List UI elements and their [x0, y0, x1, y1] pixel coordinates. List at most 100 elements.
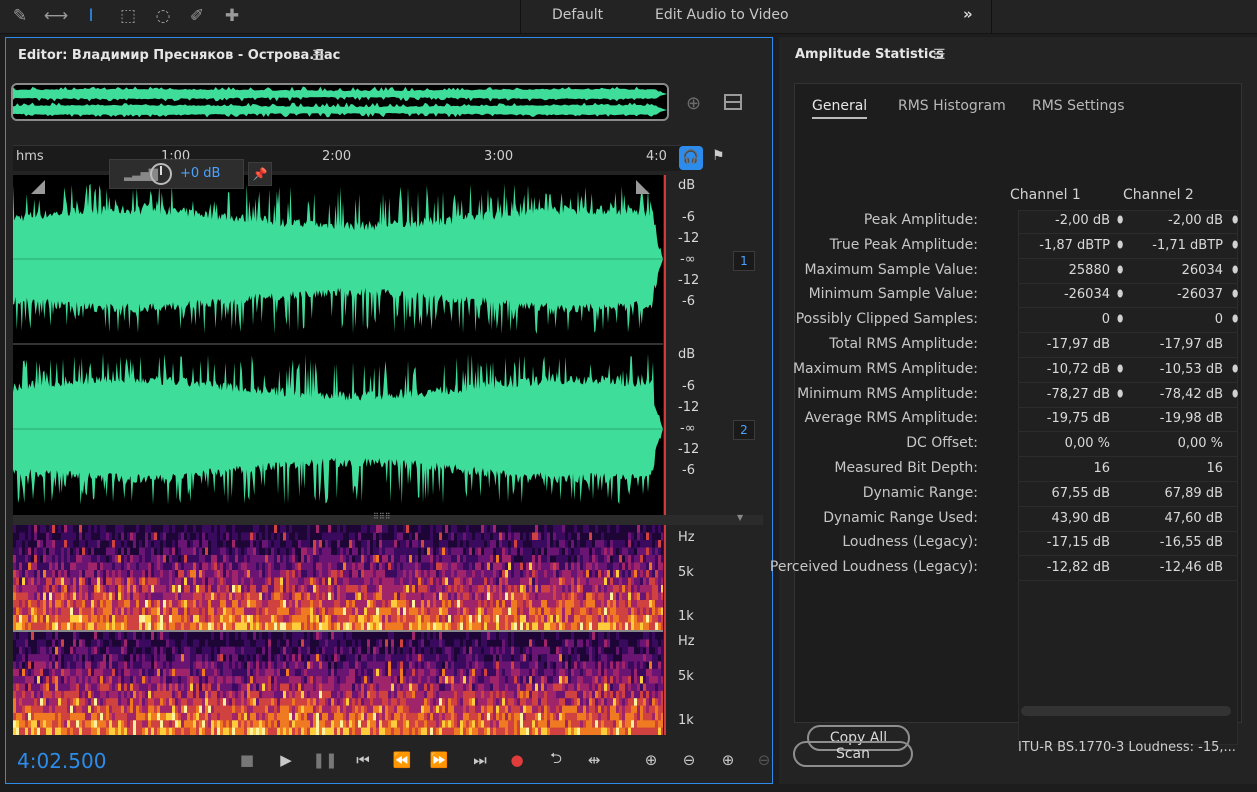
spectrogram-cell: [511, 639, 514, 648]
spectrogram-cell: [184, 562, 187, 571]
channel-2-badge[interactable]: 2: [733, 420, 755, 440]
spectrogram-cell: [583, 592, 586, 601]
marquee-selection-icon[interactable]: ⬚: [114, 3, 142, 29]
spectrogram-cell: [316, 540, 319, 548]
spectrogram-cell: [61, 727, 64, 735]
spectrogram-cell: [193, 661, 196, 670]
spectrogram-cell: [334, 646, 337, 655]
spectrogram-cell: [97, 712, 100, 721]
spectrogram-cell: [232, 547, 235, 556]
spectrogram-cell: [496, 592, 499, 601]
spectrogram-cell: [196, 676, 199, 684]
workspace-default[interactable]: Default: [552, 7, 603, 23]
editor-menu-icon[interactable]: ☰: [312, 48, 325, 64]
brush-selection-icon[interactable]: ✐: [183, 3, 211, 29]
spectrogram-cell: [262, 600, 265, 608]
waveform-display[interactable]: [13, 175, 663, 515]
spectrogram-cell: [196, 668, 199, 677]
spectrogram-cell: [97, 639, 100, 648]
spectrogram-cell: [79, 727, 82, 735]
spectrogram-cell: [43, 577, 46, 586]
spectrogram-cell: [367, 727, 370, 735]
spectrogram-cell: [286, 615, 289, 623]
playhead[interactable]: [664, 175, 666, 520]
spectrogram-cell: [493, 585, 496, 593]
spectrogram-cell: [385, 600, 388, 608]
spectrogram-cell: [568, 690, 571, 699]
spectrogram-cell: [241, 646, 244, 655]
spectrogram-cell: [244, 676, 247, 684]
spectrogram-cell: [253, 600, 256, 608]
spectrogram-cell: [451, 705, 454, 714]
spectrogram-cell: [160, 570, 163, 578]
spectrogram-cell: [532, 585, 535, 593]
workspaces-overflow-icon[interactable]: »: [963, 5, 973, 23]
spectrogram-cell: [397, 668, 400, 677]
spectrogram-cell: [556, 622, 559, 631]
multitrack-view-icon[interactable]: [724, 94, 742, 110]
spectrogram-cell: [379, 654, 382, 662]
spectrogram-cell: [484, 570, 487, 578]
spectrogram-cell: [76, 668, 79, 677]
spectrogram-cell: [481, 661, 484, 670]
spectrogram-cell: [334, 600, 337, 608]
spectrogram-cell: [586, 577, 589, 586]
spectrogram-cell: [82, 615, 85, 623]
spectrogram-cell: [589, 570, 592, 578]
spectrogram-cell: [424, 585, 427, 593]
spectrogram-cell: [133, 683, 136, 692]
spectrogram-cell: [502, 607, 505, 616]
spectrogram-cell: [94, 562, 97, 571]
marker-icon[interactable]: ⚑: [712, 148, 725, 164]
spectrogram-cell: [490, 555, 493, 563]
spectrogram-cell: [397, 615, 400, 623]
spectrogram-cell: [472, 654, 475, 662]
spectrogram-cell: [292, 668, 295, 677]
spectrogram-cell: [451, 712, 454, 721]
spectrogram-cell: [121, 661, 124, 670]
spectrogram-cell: [85, 607, 88, 616]
spectrogram-cell: [610, 570, 613, 578]
waveform-overview[interactable]: [11, 83, 669, 121]
spectrogram-cell: [373, 654, 376, 662]
spectrogram-cell: [136, 585, 139, 593]
spectrogram-cell: [223, 727, 226, 735]
time-selection-tool-icon[interactable]: I: [77, 3, 105, 29]
spot-healing-ruler-icon[interactable]: ✎: [6, 3, 34, 29]
spectrogram-cell: [520, 661, 523, 670]
gain-knob[interactable]: [150, 163, 172, 185]
spectrogram-cell: [235, 607, 238, 616]
spectrogram-cell: [130, 585, 133, 593]
channel-1-badge[interactable]: 1: [733, 251, 755, 271]
spectrogram-cell: [463, 577, 466, 586]
spectrogram-cell: [190, 547, 193, 556]
spectrogram-cell: [484, 607, 487, 616]
spectrogram-cell: [382, 654, 385, 662]
spectral-display[interactable]: [13, 525, 663, 735]
spectrogram-cell: [121, 676, 124, 684]
hud-gain-control[interactable]: ▂▃▅▇ +0 dB: [109, 159, 244, 189]
workspace-edit-audio-to-video[interactable]: Edit Audio to Video: [655, 7, 789, 23]
spectrogram-cell: [460, 607, 463, 616]
spectrogram-cell: [91, 577, 94, 586]
view-splitter[interactable]: ⠿⠿⠿ ▼: [13, 512, 763, 525]
spectrogram-cell: [139, 698, 142, 707]
spectrogram-cell: [559, 654, 562, 662]
spectrogram-cell: [34, 570, 37, 578]
headphones-icon[interactable]: 🎧: [679, 146, 703, 170]
spectrogram-cell: [217, 555, 220, 563]
spectrogram-cell: [310, 676, 313, 684]
time-selection-range-icon[interactable]: ⟷: [42, 3, 70, 29]
spectrogram-cell: [334, 577, 337, 586]
zoom-navigator-icon[interactable]: ⊕: [686, 93, 701, 114]
spot-healing-brush-icon[interactable]: ✚: [218, 3, 246, 29]
spectrogram-cell: [268, 562, 271, 571]
lasso-selection-icon[interactable]: ◌: [149, 3, 177, 29]
spectrogram-cell: [193, 690, 196, 699]
spectrogram-cell: [493, 690, 496, 699]
spectrogram-cell: [217, 668, 220, 677]
hud-pin-icon[interactable]: 📌: [248, 162, 272, 186]
spectrogram-cell: [340, 712, 343, 721]
spectrogram-cell: [400, 592, 403, 601]
spectrogram-cell: [196, 705, 199, 714]
